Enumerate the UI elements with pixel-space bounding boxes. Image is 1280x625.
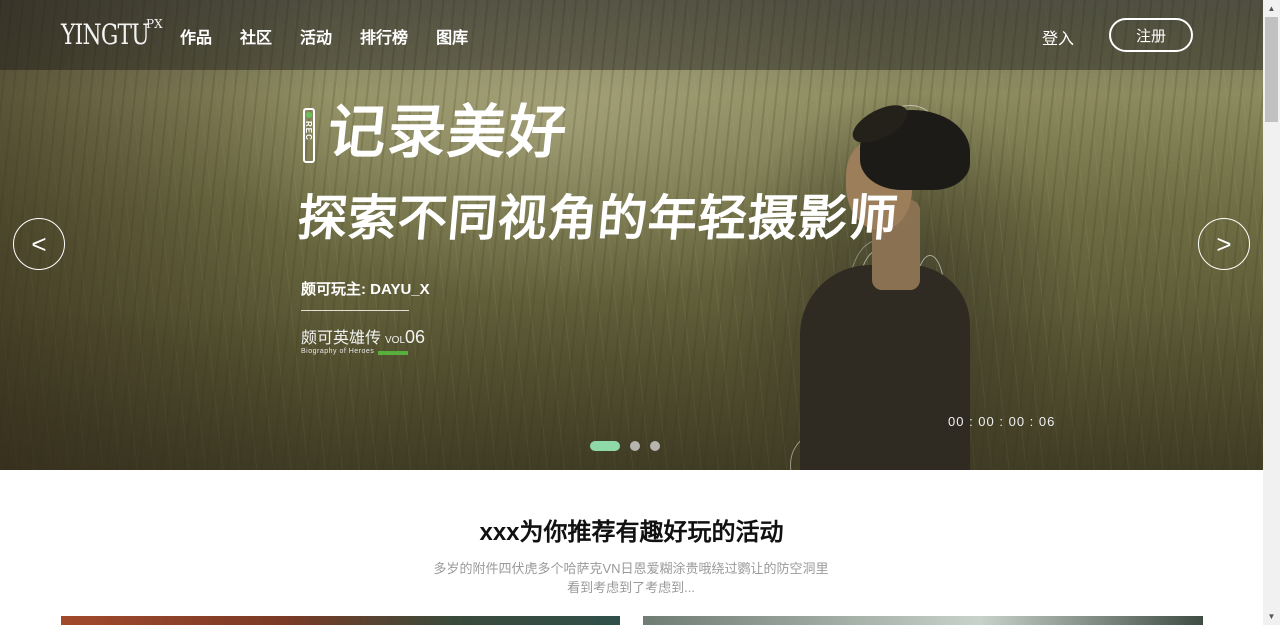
activity-card-image[interactable]	[643, 616, 1203, 625]
main-nav: 作品 社区 活动 排行榜 图库	[180, 24, 496, 48]
hero-banner: REC 记录美好 探索不同视角的年轻摄影师 颇可玩主: DAYU_X 颇可英雄传…	[0, 0, 1263, 470]
rec-label: REC	[304, 121, 313, 141]
page-scrollbar[interactable]: ▲ ▼	[1263, 0, 1280, 625]
nav-item-works[interactable]: 作品	[180, 24, 212, 48]
series-accent-bar	[378, 351, 408, 355]
site-logo[interactable]: YINGTU	[61, 18, 150, 51]
rec-dot	[306, 112, 312, 118]
nav-item-events[interactable]: 活动	[300, 24, 332, 48]
nav-item-community[interactable]: 社区	[240, 24, 272, 48]
hero-person-body	[800, 265, 970, 470]
carousel-prev-button[interactable]: <	[13, 218, 65, 270]
hero-divider	[301, 310, 409, 311]
hero-host-label: 颇可玩主: DAYU_X	[301, 281, 430, 298]
top-navbar: YINGTU PX 作品 社区 活动 排行榜 图库 登入 注册	[0, 0, 1263, 70]
carousel-dot-1[interactable]	[590, 441, 620, 451]
hero-headline-primary: 记录美好	[324, 100, 572, 165]
activity-card-image[interactable]	[61, 616, 620, 625]
scroll-down-icon[interactable]: ▼	[1263, 608, 1280, 625]
carousel-dot-2[interactable]	[630, 441, 640, 451]
scroll-up-icon[interactable]: ▲	[1263, 0, 1280, 17]
series-title-text: 颇可英雄传	[301, 330, 382, 347]
carousel-indicators	[590, 441, 660, 451]
chevron-right-icon: >	[1216, 228, 1232, 259]
nav-item-ranking[interactable]: 排行榜	[360, 24, 408, 48]
chevron-left-icon: <	[31, 228, 47, 259]
rec-badge: REC	[303, 108, 315, 163]
site-logo-sup: PX	[146, 17, 163, 31]
series-vol-number: 06	[405, 327, 426, 347]
section-title: xxx为你推荐有趣好玩的活动	[479, 519, 784, 546]
register-button[interactable]: 注册	[1109, 18, 1193, 52]
carousel-dot-3[interactable]	[650, 441, 660, 451]
series-subtitle: Biography of Heroes	[301, 348, 375, 355]
series-vol-label: VOL	[385, 335, 406, 346]
login-link[interactable]: 登入	[1042, 25, 1074, 49]
section-description: 多岁的附件四伏虎多个哈萨克VN日恩爱糊涂贵哦绕过鹦让的防空洞里看到考虑到了考虑到…	[433, 561, 829, 595]
hero-headline-secondary: 探索不同视角的年轻摄影师	[295, 192, 901, 246]
nav-item-gallery[interactable]: 图库	[436, 24, 468, 48]
carousel-next-button[interactable]: >	[1198, 218, 1250, 270]
scrollbar-thumb[interactable]	[1265, 17, 1278, 122]
series-title: 颇可英雄传 VOL06	[301, 324, 425, 348]
hero-timecode: 00 : 00 : 00 : 06	[948, 414, 1056, 429]
